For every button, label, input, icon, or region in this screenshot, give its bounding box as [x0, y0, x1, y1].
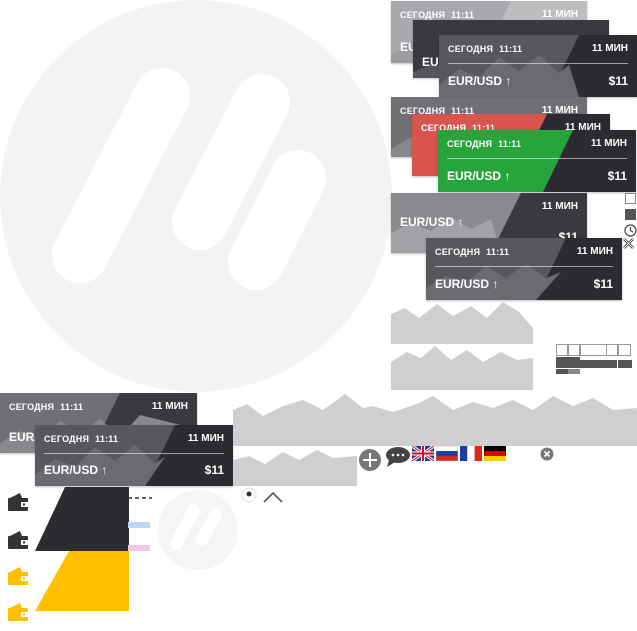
clock-icon — [624, 224, 637, 237]
up-arrow-icon: ↑ — [492, 277, 499, 291]
flag-russia-icon[interactable] — [436, 446, 458, 461]
sparkline-sprite — [233, 450, 357, 486]
duration-label: 11 МИН — [541, 201, 578, 212]
pair-label: EUR/USD ↑ — [448, 74, 512, 88]
pink-bar — [128, 545, 150, 551]
pair-label: EUR/USD ↑ — [447, 169, 511, 183]
today-label: СЕГОДНЯ — [435, 247, 481, 257]
trade-card[interactable]: СЕГОДНЯ 11:11 11 МИН EUR/USD ↑ $11 — [426, 238, 622, 300]
price-label: $11 — [607, 169, 627, 183]
trade-card[interactable]: СЕГОДНЯ 11:11 11 МИН EUR/USD ↑ $11 — [35, 425, 233, 486]
today-label: СЕГОДНЯ — [44, 434, 90, 444]
chat-bubble-icon[interactable] — [385, 446, 411, 468]
duration-label: 11 МИН — [576, 246, 613, 257]
flag-germany-icon[interactable] — [484, 446, 506, 461]
today-label: СЕГОДНЯ — [400, 10, 446, 20]
time-label: 11:11 — [60, 402, 84, 412]
time-label: 11:11 — [498, 139, 522, 149]
radio-dot-icon — [241, 487, 257, 503]
wallet-icon — [8, 531, 28, 549]
dashed-line — [128, 497, 152, 499]
small-logo — [158, 490, 238, 570]
checkbox-filled-icon[interactable] — [625, 209, 636, 220]
price-label: $11 — [608, 74, 628, 88]
today-label: СЕГОДНЯ — [447, 139, 493, 149]
close-circle-icon[interactable] — [540, 447, 554, 461]
sparkline-sprite — [391, 302, 533, 344]
up-arrow-icon: ↑ — [504, 169, 511, 183]
flag-uk-icon[interactable] — [412, 446, 434, 461]
dark-wedge-shape — [35, 487, 129, 551]
blue-bar — [128, 522, 150, 528]
time-label: 11:11 — [499, 44, 523, 54]
pair-label: EUR/USD ↑ — [44, 463, 108, 477]
wallet-icon — [8, 567, 28, 585]
up-arrow-icon: ↑ — [457, 215, 464, 229]
flag-france-icon[interactable] — [460, 446, 482, 461]
sparkline-sprite — [391, 346, 533, 390]
wallet-icon — [8, 493, 28, 511]
duration-label: 11 МИН — [151, 401, 188, 412]
price-label: $11 — [593, 277, 613, 291]
duration-label: 11 МИН — [590, 138, 627, 149]
duration-label: 11 МИН — [187, 433, 224, 444]
time-label: 11:11 — [95, 434, 119, 444]
up-arrow-icon: ↑ — [101, 463, 108, 477]
checkbox-empty-icon[interactable] — [625, 193, 636, 204]
duration-label: 11 МИН — [591, 43, 628, 54]
up-arrow-icon: ↑ — [505, 74, 512, 88]
today-label: СЕГОДНЯ — [9, 402, 55, 412]
brand-logo — [0, 0, 392, 392]
price-label: $11 — [204, 463, 224, 477]
trade-card[interactable]: СЕГОДНЯ 11:11 11 МИН EUR/USD ↑ $11 — [439, 35, 637, 97]
pair-label: EUR/USD ↑ — [400, 215, 464, 229]
cross-icon[interactable] — [623, 238, 634, 249]
sparkline-sprite — [233, 394, 637, 446]
plus-circle-icon[interactable] — [358, 448, 382, 472]
pair-label: EUR/USD ↑ — [435, 277, 499, 291]
duration-label: 11 МИН — [541, 9, 578, 20]
wallet-icon — [8, 603, 28, 621]
today-label: СЕГОДНЯ — [448, 44, 494, 54]
time-label: 11:11 — [486, 247, 510, 257]
chevron-up-icon[interactable] — [262, 490, 284, 504]
trade-card[interactable]: СЕГОДНЯ 11:11 11 МИН EUR/USD ↑ $11 — [438, 130, 636, 192]
gold-wedge-shape — [35, 551, 129, 611]
grid-sprite-icon — [556, 344, 632, 374]
time-label: 11:11 — [451, 10, 475, 20]
